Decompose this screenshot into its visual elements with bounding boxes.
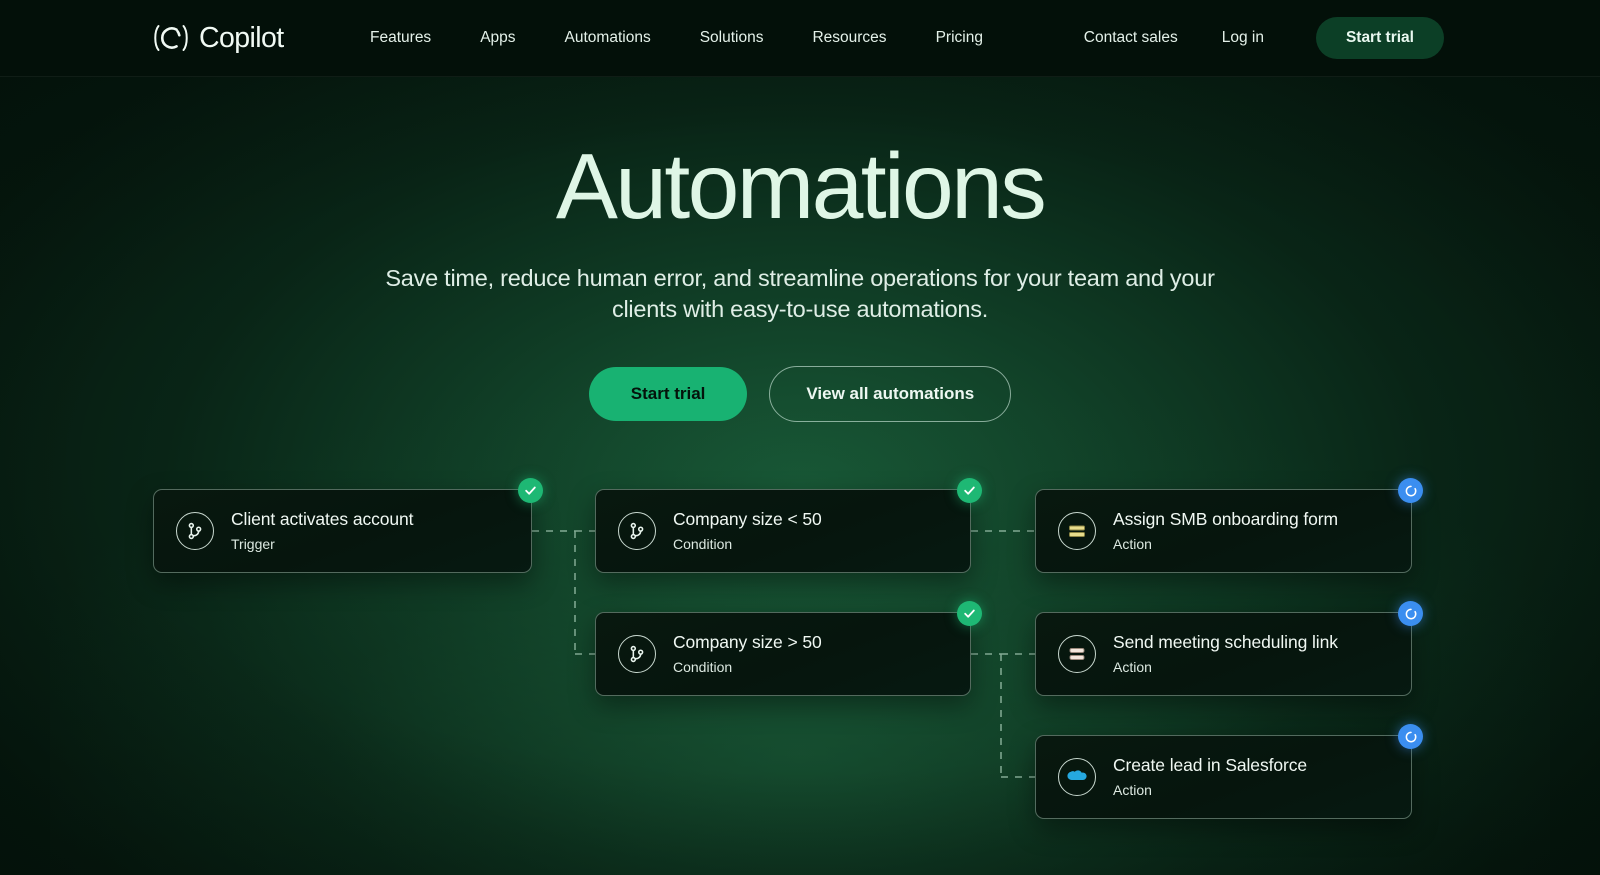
flow-node-text: Company size > 50 Condition bbox=[673, 632, 822, 676]
flow-node-text: Create lead in Salesforce Action bbox=[1113, 755, 1307, 799]
git-branch-icon bbox=[176, 512, 214, 550]
main-navigation: Features Apps Automations Solutions Reso… bbox=[346, 30, 1008, 46]
header-actions: Contact sales Log in Start trial bbox=[1062, 17, 1444, 59]
flow-node-action-form[interactable]: Assign SMB onboarding form Action bbox=[1035, 478, 1423, 573]
check-badge-icon bbox=[957, 601, 982, 626]
check-badge-icon bbox=[957, 478, 982, 503]
spinner-badge-icon bbox=[1398, 724, 1423, 749]
flow-node-subtitle: Action bbox=[1113, 782, 1152, 799]
flow-node-title: Assign SMB onboarding form bbox=[1113, 509, 1339, 530]
git-branch-icon bbox=[618, 512, 656, 550]
flow-node-trigger[interactable]: Client activates account Trigger bbox=[153, 478, 543, 573]
spinner-badge-icon bbox=[1398, 601, 1423, 626]
git-branch-icon bbox=[618, 635, 656, 673]
form-rows-icon bbox=[1058, 512, 1096, 550]
flow-node-condition-large[interactable]: Company size > 50 Condition bbox=[595, 601, 982, 696]
flow-node-action-meeting[interactable]: Send meeting scheduling link Action bbox=[1035, 601, 1423, 696]
header-start-trial-button[interactable]: Start trial bbox=[1315, 17, 1444, 59]
spinner-badge-icon bbox=[1398, 478, 1423, 503]
flow-node-title: Create lead in Salesforce bbox=[1113, 755, 1307, 776]
copilot-bracket-c-logo-icon bbox=[152, 21, 190, 55]
flow-node-condition-small[interactable]: Company size < 50 Condition bbox=[595, 478, 982, 573]
flow-node-subtitle: Condition bbox=[673, 659, 733, 676]
flow-node-subtitle: Condition bbox=[673, 536, 733, 553]
log-in-link[interactable]: Log in bbox=[1200, 29, 1286, 47]
nav-item-apps[interactable]: Apps bbox=[456, 30, 540, 46]
nav-item-solutions[interactable]: Solutions bbox=[675, 30, 788, 46]
flow-node-text: Assign SMB onboarding form Action bbox=[1113, 509, 1338, 553]
stacked-rows-icon bbox=[1058, 635, 1096, 673]
automation-flow-diagram: Client activates account Trigger Company… bbox=[0, 0, 1600, 875]
contact-sales-link[interactable]: Contact sales bbox=[1062, 29, 1200, 47]
site-header: Copilot Features Apps Automations Soluti… bbox=[0, 0, 1600, 77]
check-badge-icon bbox=[518, 478, 543, 503]
nav-item-resources[interactable]: Resources bbox=[788, 30, 911, 46]
flow-node-text: Client activates account Trigger bbox=[231, 509, 414, 553]
flow-node-title: Send meeting scheduling link bbox=[1113, 632, 1338, 653]
flow-node-action-salesforce[interactable]: Create lead in Salesforce Action bbox=[1035, 724, 1423, 819]
flow-node-title: Client activates account bbox=[231, 509, 414, 530]
nav-item-automations[interactable]: Automations bbox=[540, 30, 675, 46]
flow-node-title: Company size > 50 bbox=[673, 632, 822, 653]
nav-item-features[interactable]: Features bbox=[346, 30, 456, 46]
flow-node-subtitle: Action bbox=[1113, 536, 1152, 553]
logo[interactable]: Copilot bbox=[152, 21, 284, 55]
salesforce-cloud-icon bbox=[1058, 758, 1096, 796]
flow-node-text: Send meeting scheduling link Action bbox=[1113, 632, 1338, 676]
logo-text: Copilot bbox=[199, 21, 284, 54]
nav-item-pricing[interactable]: Pricing bbox=[911, 30, 1007, 46]
flow-node-subtitle: Trigger bbox=[231, 536, 275, 553]
flow-node-subtitle: Action bbox=[1113, 659, 1152, 676]
flow-node-text: Company size < 50 Condition bbox=[673, 509, 822, 553]
flow-node-title: Company size < 50 bbox=[673, 509, 822, 530]
